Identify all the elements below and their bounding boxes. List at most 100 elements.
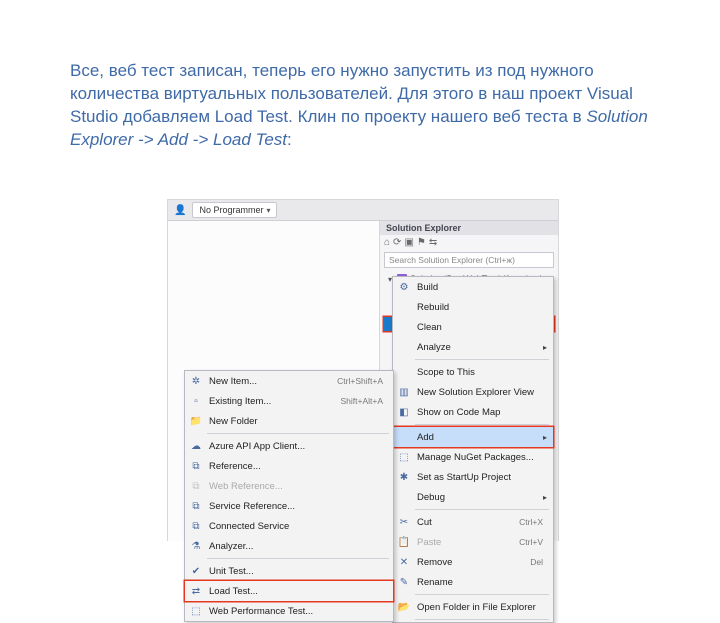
menu-item-label: Analyzer... xyxy=(209,541,253,552)
menu-item-label: Show on Code Map xyxy=(417,407,500,418)
menu-separator xyxy=(415,619,549,620)
add-item-existing-item[interactable]: ▫ Existing Item... Shift+Alt+A xyxy=(185,391,393,411)
menu-item-label: Connected Service xyxy=(209,521,289,532)
add-item-web-performance-test[interactable]: ⬚ Web Performance Test... xyxy=(185,601,393,621)
ctx-item-rename[interactable]: ✎Rename xyxy=(393,572,553,592)
add-item-new-folder[interactable]: 📁New Folder xyxy=(185,411,393,431)
menu-item-icon: ⧉ xyxy=(189,481,203,492)
menu-item-label: Add xyxy=(417,432,434,443)
menu-item-label: Service Reference... xyxy=(209,501,295,512)
menu-item-label: Reference... xyxy=(209,461,261,472)
menu-item-icon: ▫ xyxy=(189,396,203,407)
menu-item-icon: ⬚ xyxy=(397,452,411,463)
ctx-item-remove[interactable]: ✕ Remove Del xyxy=(393,552,553,572)
menu-item-icon: 📋 xyxy=(397,537,411,548)
article-paragraph: Все, веб тест записан, теперь его нужно … xyxy=(70,60,650,152)
ctx-item-add[interactable]: Add xyxy=(393,427,553,447)
menu-item-icon: ⧉ xyxy=(189,461,203,472)
menu-item-label: Load Test... xyxy=(209,586,258,597)
collapse-icon[interactable]: ▣ xyxy=(404,237,413,248)
chevron-down-icon: ▾ xyxy=(266,206,270,215)
add-item-new-item[interactable]: ✲ New Item... Ctrl+Shift+A xyxy=(185,371,393,391)
menu-item-label: Unit Test... xyxy=(209,566,254,577)
menu-item-label: Scope to This xyxy=(417,367,475,378)
menu-item-label: Web Reference... xyxy=(209,481,283,492)
search-input[interactable]: Search Solution Explorer (Ctrl+ж) xyxy=(384,252,554,268)
menu-item-icon: ⚗ xyxy=(189,541,203,552)
menu-item-label: Clean xyxy=(417,322,442,333)
menu-separator xyxy=(415,424,549,425)
ctx-item-cut[interactable]: ✂ Cut Ctrl+X xyxy=(393,512,553,532)
menu-item-label: New Folder xyxy=(209,416,258,427)
menu-item-label: Set as StartUp Project xyxy=(417,472,511,483)
menu-item-icon: ⚙ xyxy=(397,282,411,293)
add-item-reference[interactable]: ⧉ Reference... xyxy=(185,456,393,476)
ctx-item-paste: 📋PasteCtrl+V xyxy=(393,532,553,552)
refresh-icon[interactable]: ⟳ xyxy=(393,237,401,248)
menu-item-label: New Solution Explorer View xyxy=(417,387,534,398)
add-item-azure-api-app-client[interactable]: ☁ Azure API App Client... xyxy=(185,436,393,456)
menu-item-label: Existing Item... xyxy=(209,396,271,407)
ctx-item-scope-to-this[interactable]: Scope to This xyxy=(393,362,553,382)
panel-toolbar[interactable]: ⌂ ⟳ ▣ ⚑ ⇆ xyxy=(380,235,558,250)
menu-item-icon: 📂 xyxy=(397,602,411,613)
menu-item-label: Rebuild xyxy=(417,302,449,313)
menu-item-label: Cut xyxy=(417,517,432,528)
programmer-label: No Programmer xyxy=(199,205,263,215)
add-item-service-reference[interactable]: ⧉Service Reference... xyxy=(185,496,393,516)
menu-item-shortcut: Del xyxy=(512,557,543,567)
ctx-item-manage-nuget-packages[interactable]: ⬚ Manage NuGet Packages... xyxy=(393,447,553,467)
props-icon[interactable]: ⚑ xyxy=(417,237,426,248)
add-item-load-test[interactable]: ⇄ Load Test... xyxy=(185,581,393,601)
menu-item-icon: ◧ xyxy=(397,407,411,418)
menu-item-label: Manage NuGet Packages... xyxy=(417,452,534,463)
ctx-item-build[interactable]: ⚙ Build xyxy=(393,277,553,297)
ctx-item-new-solution-explorer-view[interactable]: ▥New Solution Explorer View xyxy=(393,382,553,402)
programmer-icon: 👤 xyxy=(174,205,186,216)
ctx-item-clean[interactable]: Clean xyxy=(393,317,553,337)
sync-icon[interactable]: ⇆ xyxy=(429,237,437,248)
ctx-item-rebuild[interactable]: Rebuild xyxy=(393,297,553,317)
context-menu-project[interactable]: ⚙ Build Rebuild Clean Analyze Scope to This ▥N… xyxy=(392,276,554,623)
menu-item-shortcut: Ctrl+Shift+A xyxy=(319,376,383,386)
menu-item-shortcut: Shift+Alt+A xyxy=(322,396,383,406)
search-placeholder: Search Solution Explorer (Ctrl+ж) xyxy=(389,255,515,265)
add-item-connected-service[interactable]: ⧉ Connected Service xyxy=(185,516,393,536)
ctx-item-show-on-code-map[interactable]: ◧ Show on Code Map xyxy=(393,402,553,422)
ctx-item-debug[interactable]: Debug xyxy=(393,487,553,507)
programmer-dropdown[interactable]: No Programmer ▾ xyxy=(192,202,277,218)
menu-item-icon: ✲ xyxy=(189,376,203,387)
menu-item-shortcut: Ctrl+X xyxy=(501,517,543,527)
vs-toolbar: 👤 No Programmer ▾ xyxy=(168,200,558,221)
menu-item-icon: ⬚ xyxy=(189,606,203,617)
add-item-analyzer[interactable]: ⚗ Analyzer... xyxy=(185,536,393,556)
menu-item-label: Analyze xyxy=(417,342,451,353)
menu-item-label: Build xyxy=(417,282,438,293)
ctx-item-open-folder-in-file-explorer[interactable]: 📂 Open Folder in File Explorer xyxy=(393,597,553,617)
add-item-unit-test[interactable]: ✔ Unit Test... xyxy=(185,561,393,581)
para-text-1: Все, веб тест записан, теперь его нужно … xyxy=(70,61,633,126)
menu-item-icon: ⧉ xyxy=(189,521,203,532)
ctx-item-set-as-startup-project[interactable]: ✱ Set as StartUp Project xyxy=(393,467,553,487)
ctx-item-analyze[interactable]: Analyze xyxy=(393,337,553,357)
menu-item-icon: ✱ xyxy=(397,472,411,483)
context-submenu-add[interactable]: ✲ New Item... Ctrl+Shift+A ▫ Existing Item..… xyxy=(184,370,394,622)
menu-item-label: Azure API App Client... xyxy=(209,441,305,452)
para-text-2: : xyxy=(287,130,292,149)
menu-item-icon: ✂ xyxy=(397,517,411,528)
screenshot-frame: 👤 No Programmer ▾ Solution Explorer ⌂ ⟳ … xyxy=(168,200,558,540)
home-icon[interactable]: ⌂ xyxy=(384,237,390,248)
menu-separator xyxy=(415,359,549,360)
menu-separator xyxy=(415,594,549,595)
menu-item-label: New Item... xyxy=(209,376,257,387)
menu-separator xyxy=(207,558,389,559)
menu-item-label: Remove xyxy=(417,557,452,568)
menu-item-icon: ⇄ xyxy=(189,586,203,597)
menu-item-label: Rename xyxy=(417,577,453,588)
menu-item-label: Web Performance Test... xyxy=(209,606,313,617)
menu-item-label: Open Folder in File Explorer xyxy=(417,602,536,613)
menu-item-label: Debug xyxy=(417,492,445,503)
menu-item-icon: ✔ xyxy=(189,566,203,577)
menu-item-icon: ✕ xyxy=(397,557,411,568)
menu-item-icon: ☁ xyxy=(189,441,203,452)
